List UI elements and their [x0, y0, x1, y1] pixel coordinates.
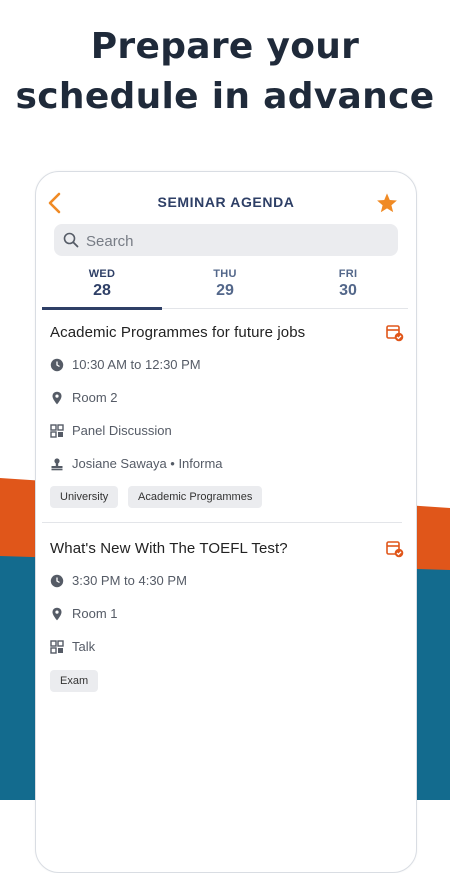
search-input[interactable]: [84, 224, 388, 258]
headline: Prepare your schedule in advance: [0, 22, 450, 122]
session-divider: [42, 522, 402, 523]
calendar-check-icon[interactable]: [386, 324, 404, 342]
session-time: 10:30 AM to 12:30 PM: [50, 356, 380, 376]
speaker-icon: [51, 458, 63, 471]
grid-icon: [50, 424, 64, 438]
tab-thu[interactable]: THU 29: [165, 264, 285, 308]
active-tab-indicator: [42, 307, 162, 310]
tab-day: WED: [88, 268, 116, 280]
session-type: Panel Discussion: [50, 422, 380, 442]
tab-day: FRI: [338, 268, 358, 280]
headline-line-2: schedule in advance: [15, 76, 435, 117]
search-bar: [54, 224, 398, 258]
session-time: 3:30 PM to 4:30 PM: [50, 572, 380, 592]
session-time-text: 3:30 PM to 4:30 PM: [72, 573, 187, 588]
clock-icon: [50, 358, 64, 372]
location-pin-icon: [52, 391, 62, 405]
session-card[interactable]: What's New With The TOEFL Test? 3:30 PM …: [50, 540, 404, 700]
day-tabs: WED 28 THU 29 FRI 30: [42, 264, 408, 310]
page-title: SEMINAR AGENDA: [157, 194, 295, 210]
session-tag[interactable]: University: [50, 486, 119, 508]
tab-date: 30: [339, 282, 357, 299]
session-room: Room 2: [50, 389, 380, 409]
session-tag[interactable]: Exam: [50, 670, 99, 692]
session-speaker-text: Josiane Sawaya • Informa: [72, 456, 223, 471]
tab-wed[interactable]: WED 28: [42, 264, 162, 310]
calendar-check-icon[interactable]: [386, 540, 404, 558]
session-title: Academic Programmes for future jobs: [50, 324, 306, 341]
tab-fri[interactable]: FRI 30: [288, 264, 408, 308]
tab-date: 28: [93, 282, 111, 299]
location-pin-icon: [52, 607, 62, 621]
session-title: What's New With The TOEFL Test?: [50, 540, 288, 557]
tab-date: 29: [216, 282, 234, 299]
session-tag[interactable]: Academic Programmes: [128, 486, 263, 508]
search-icon: [63, 232, 79, 248]
session-speaker: Josiane Sawaya • Informa: [50, 455, 380, 475]
session-type-text: Panel Discussion: [72, 423, 172, 438]
session-type-text: Talk: [72, 639, 96, 654]
phone-frame: SEMINAR AGENDA WED 28 THU 29 FRI 30 Acad…: [35, 171, 417, 873]
tab-day: THU: [213, 268, 237, 280]
session-room-text: Room 1: [72, 606, 118, 621]
session-type: Talk: [50, 638, 380, 658]
grid-icon: [50, 640, 64, 654]
session-room: Room 1: [50, 605, 380, 625]
star-icon[interactable]: [376, 192, 398, 214]
session-room-text: Room 2: [72, 390, 118, 405]
session-time-text: 10:30 AM to 12:30 PM: [72, 357, 201, 372]
session-card[interactable]: Academic Programmes for future jobs 10:3…: [50, 324, 404, 514]
headline-line-1: Prepare your: [90, 26, 360, 67]
clock-icon: [50, 574, 64, 588]
app-header: SEMINAR AGENDA: [36, 172, 416, 232]
